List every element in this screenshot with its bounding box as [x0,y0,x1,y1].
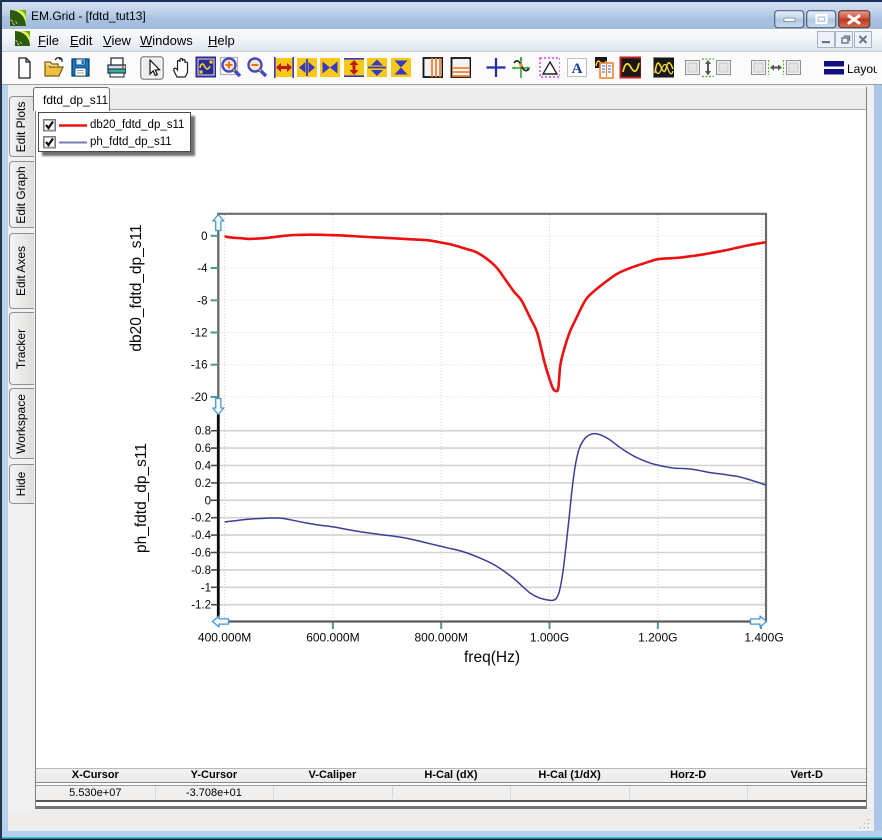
svg-text:1.200G: 1.200G [638,631,677,645]
svg-text:-0.4: -0.4 [191,530,211,542]
svg-text:1.000G: 1.000G [530,631,569,645]
svg-text:800.000M: 800.000M [415,631,468,645]
svg-text:-12: -12 [191,328,208,340]
svg-text:0: 0 [201,231,207,243]
svg-text:-1.2: -1.2 [191,600,211,612]
svg-text:db20_fdtd_dp_s11: db20_fdtd_dp_s11 [128,224,145,351]
svg-text:-8: -8 [197,295,207,307]
svg-text:600.000M: 600.000M [306,631,359,645]
svg-text:-4: -4 [197,263,208,275]
svg-text:freq(Hz): freq(Hz) [464,649,520,666]
svg-text:-0.6: -0.6 [191,548,211,560]
svg-text:1.400G: 1.400G [744,631,783,645]
svg-text:0.6: 0.6 [195,443,211,455]
svg-text:-16: -16 [191,360,208,372]
svg-text:ph_fdtd_dp_s11: ph_fdtd_dp_s11 [133,443,150,553]
svg-text:400.000M: 400.000M [198,631,251,645]
svg-text:-20: -20 [191,392,208,404]
svg-text:0: 0 [205,495,211,507]
svg-text:-0.2: -0.2 [191,513,211,525]
svg-text:-1: -1 [201,582,211,594]
svg-text:0.8: 0.8 [195,426,211,438]
svg-text:-0.8: -0.8 [191,565,211,577]
svg-text:0.2: 0.2 [195,478,211,490]
svg-text:0.4: 0.4 [195,461,212,473]
